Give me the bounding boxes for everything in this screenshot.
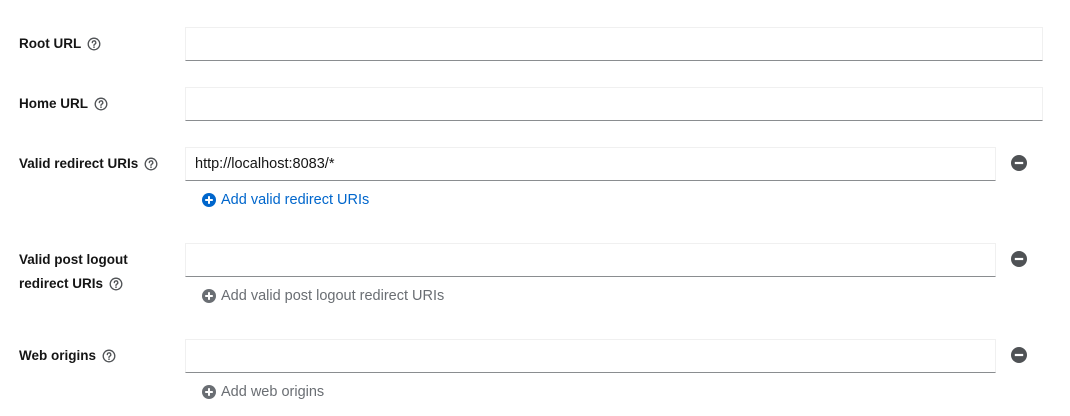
valid-post-logout-label-line1: Valid post logout <box>19 252 128 267</box>
valid-post-logout-redirect-uri-input[interactable] <box>185 243 996 277</box>
home-url-label-text: Home URL <box>19 96 89 111</box>
plus-circle-icon <box>202 385 216 399</box>
valid-redirect-uris-label: Valid redirect URIs <box>19 152 158 176</box>
help-icon[interactable] <box>109 277 123 291</box>
add-valid-redirect-uris-button[interactable]: Add valid redirect URIs <box>202 191 369 209</box>
web-origins-label-text: Web origins <box>19 348 97 363</box>
root-url-label: Root URL <box>19 32 101 56</box>
add-web-origins-button[interactable]: Add web origins <box>202 383 324 401</box>
valid-redirect-uri-input[interactable] <box>185 147 996 181</box>
home-url-input[interactable] <box>185 87 1043 121</box>
remove-web-origin-icon[interactable] <box>1011 347 1027 363</box>
help-icon[interactable] <box>102 349 116 363</box>
add-valid-post-logout-redirect-uris-label: Add valid post logout redirect URIs <box>221 288 445 304</box>
root-url-input[interactable] <box>185 27 1043 61</box>
help-icon[interactable] <box>94 97 108 111</box>
add-valid-post-logout-redirect-uris-button[interactable]: Add valid post logout redirect URIs <box>202 287 444 305</box>
add-web-origins-label: Add web origins <box>221 384 325 400</box>
help-icon[interactable] <box>144 157 158 171</box>
home-url-label: Home URL <box>19 92 108 116</box>
valid-post-logout-label: Valid post logout redirect URIs <box>19 248 128 296</box>
web-origins-label: Web origins <box>19 344 116 368</box>
valid-post-logout-label-line2: redirect URIs <box>19 276 104 291</box>
valid-redirect-uris-label-text: Valid redirect URIs <box>19 156 139 171</box>
remove-post-logout-uri-icon[interactable] <box>1011 251 1027 267</box>
add-valid-redirect-uris-label: Add valid redirect URIs <box>221 192 370 208</box>
web-origins-input[interactable] <box>185 339 996 373</box>
plus-circle-icon <box>202 289 216 303</box>
help-icon[interactable] <box>87 37 101 51</box>
remove-redirect-uri-icon[interactable] <box>1011 155 1027 171</box>
plus-circle-icon <box>202 193 216 207</box>
root-url-label-text: Root URL <box>19 36 82 51</box>
